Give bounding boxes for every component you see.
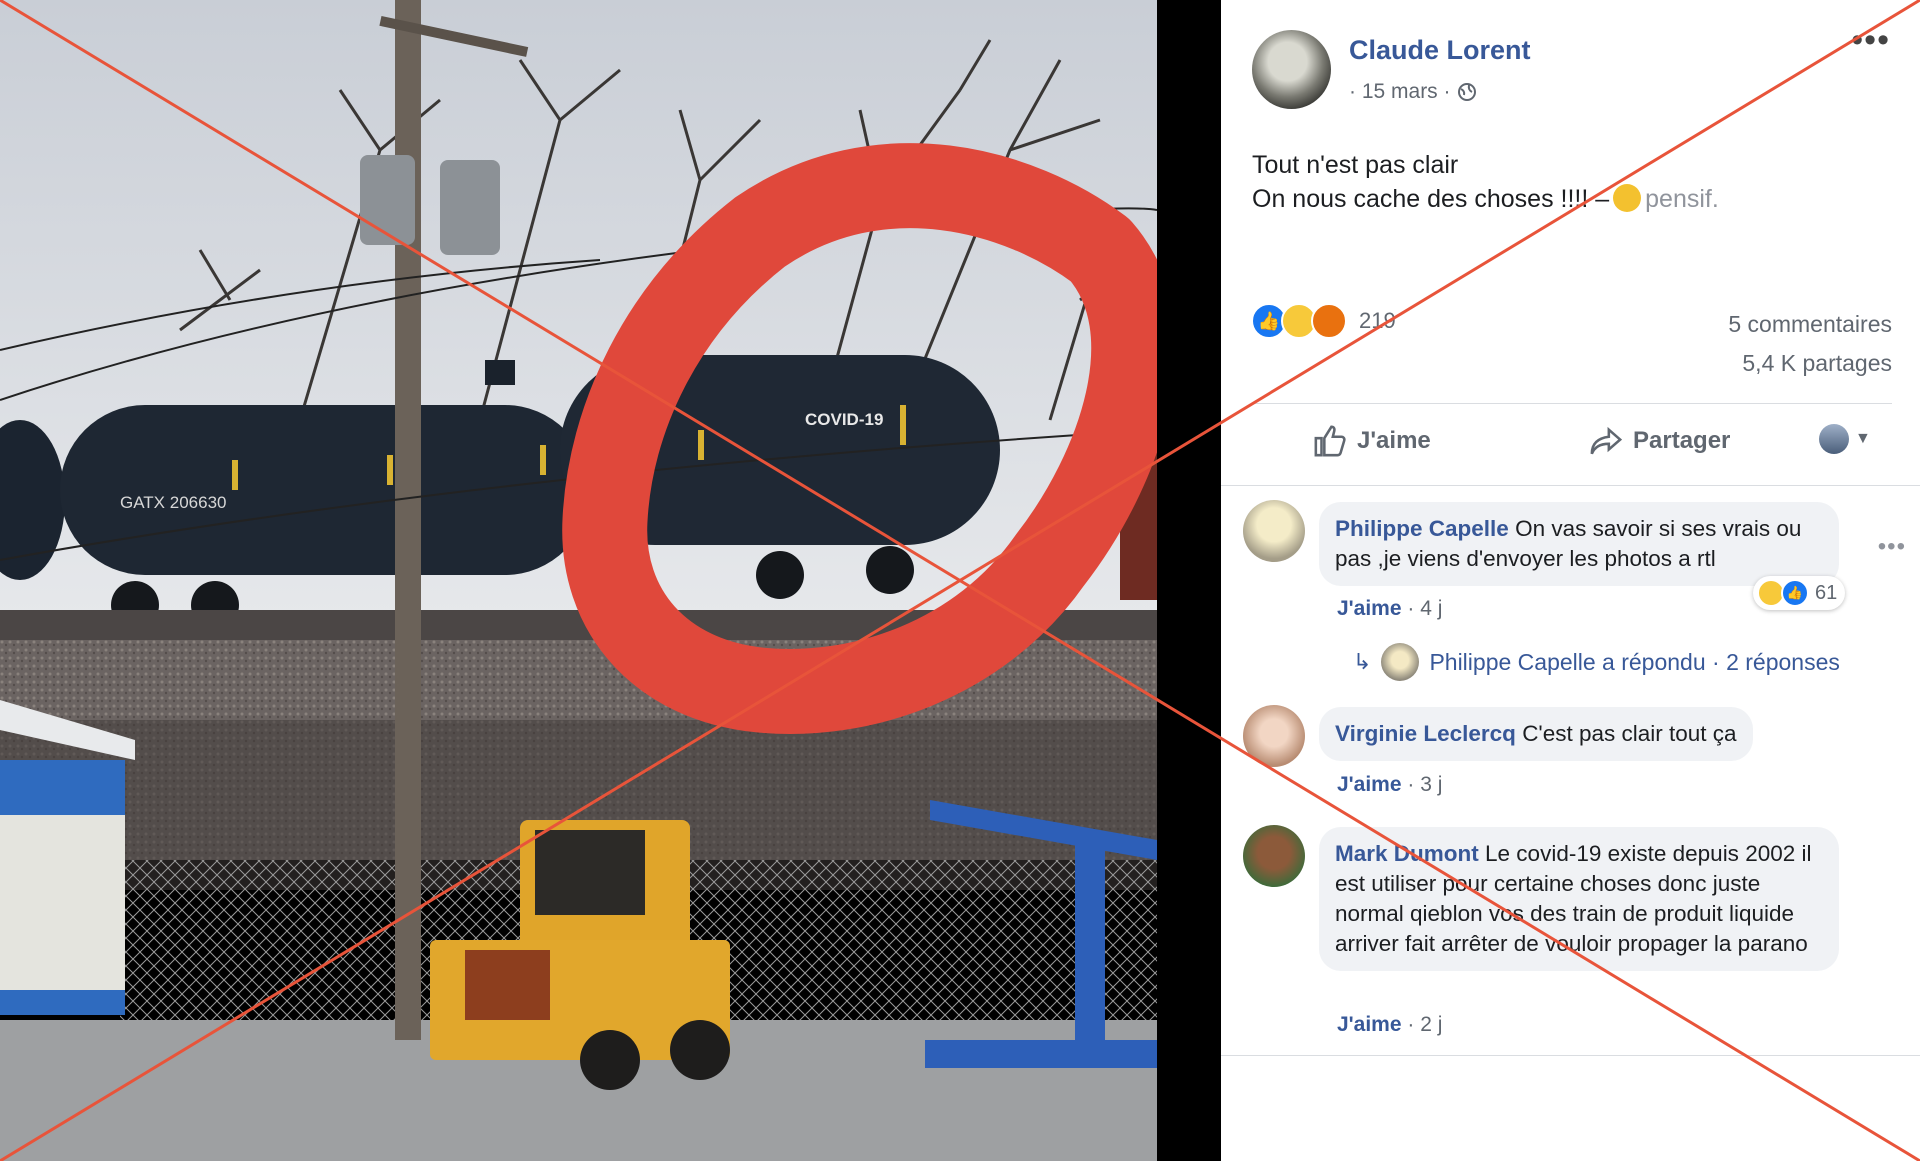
- comment-reaction-count: 61: [1815, 581, 1838, 604]
- share-arrow-icon: [1590, 426, 1623, 455]
- comment-age[interactable]: · 2 j: [1407, 1013, 1442, 1036]
- comment-bubble: Mark Dumont Le covid-19 existe depuis 20…: [1319, 827, 1839, 971]
- comment-text: C'est pas clair tout ça: [1522, 721, 1737, 746]
- comment-age[interactable]: · 4 j: [1407, 597, 1442, 620]
- commenter-avatar[interactable]: [1243, 825, 1305, 887]
- comment-like-link[interactable]: J'aime: [1337, 597, 1402, 620]
- comments-divider: [1221, 485, 1920, 486]
- bottom-divider: [1221, 1055, 1920, 1056]
- post-date[interactable]: · 15 mars ·: [1349, 80, 1451, 104]
- comment-actions: J'aime · 2 j: [1337, 1013, 1442, 1037]
- shares-count[interactable]: 5,4 K partages: [1742, 350, 1892, 377]
- image-divider: [1157, 0, 1221, 1161]
- commenter-name[interactable]: Virginie Leclercq: [1335, 721, 1516, 746]
- comment-bubble: Virginie Leclercq C'est pas clair tout ç…: [1319, 707, 1753, 761]
- comment-bubble: Philippe Capelle On vas savoir si ses vr…: [1319, 502, 1839, 586]
- like-reaction-icon: 👍: [1781, 579, 1809, 607]
- post-text: Tout n'est pas clair On nous cache des c…: [1252, 148, 1719, 216]
- self-avatar: [1819, 424, 1849, 454]
- post-text-line2: On nous cache des choses !!!! – pensif.: [1252, 182, 1719, 216]
- facebook-post-panel: Claude Lorent · 15 mars · ••• Tout n'est…: [1221, 0, 1920, 1161]
- replier-avatar: [1381, 643, 1420, 681]
- like-button-label: J'aime: [1357, 427, 1431, 454]
- comment-actions: J'aime · 4 j: [1337, 597, 1442, 621]
- globe-icon: [1457, 83, 1476, 101]
- comment-like-link[interactable]: J'aime: [1337, 1013, 1402, 1036]
- angry-reaction-icon: [1311, 303, 1347, 339]
- feeling-label: pensif.: [1645, 185, 1719, 213]
- comment-more-icon[interactable]: •••: [1878, 533, 1906, 561]
- author-avatar[interactable]: [1252, 30, 1331, 109]
- post-action-bar: J'aime Partager ▼: [1221, 420, 1920, 470]
- thinking-face-icon: [1613, 184, 1642, 212]
- commenter-avatar[interactable]: [1243, 500, 1305, 562]
- action-divider: [1251, 403, 1892, 404]
- reply-summary: Philippe Capelle a répondu · 2 réponses: [1429, 648, 1840, 675]
- more-options-icon[interactable]: •••: [1851, 23, 1890, 57]
- chevron-down-icon: ▼: [1855, 430, 1871, 447]
- author-name[interactable]: Claude Lorent: [1349, 35, 1531, 66]
- post-meta: · 15 mars ·: [1349, 80, 1477, 104]
- tanker-label-text: COVID-19: [805, 410, 883, 429]
- post-text-line1: Tout n'est pas clair: [1252, 151, 1459, 179]
- comment-actions: J'aime · 3 j: [1337, 773, 1442, 797]
- post-text-line2-main: On nous cache des choses !!!! –: [1252, 185, 1610, 213]
- view-replies-link[interactable]: ↳ Philippe Capelle a répondu · 2 réponse…: [1353, 643, 1840, 681]
- share-button[interactable]: Partager: [1589, 424, 1730, 458]
- commenter-name[interactable]: Philippe Capelle: [1335, 516, 1509, 541]
- comment-reaction-badge[interactable]: 👍 61: [1753, 576, 1846, 610]
- like-button[interactable]: J'aime: [1313, 424, 1431, 458]
- comments-count[interactable]: 5 commentaires: [1728, 311, 1892, 338]
- tanker-id-text: GATX 206630: [120, 493, 226, 512]
- commenter-avatar[interactable]: [1243, 705, 1305, 767]
- comment-like-link[interactable]: J'aime: [1337, 773, 1402, 796]
- audience-selector[interactable]: ▼: [1819, 424, 1871, 454]
- post-photo[interactable]: GATX 206630 COVID-19: [0, 0, 1157, 1161]
- reaction-count: 219: [1359, 308, 1396, 333]
- thumbs-up-icon: [1314, 425, 1346, 457]
- share-button-label: Partager: [1633, 427, 1731, 454]
- comment-age[interactable]: · 3 j: [1407, 773, 1442, 796]
- reaction-summary[interactable]: 👍 219: [1251, 303, 1396, 339]
- reply-arrow-icon: ↳: [1353, 649, 1372, 674]
- commenter-name[interactable]: Mark Dumont: [1335, 841, 1479, 866]
